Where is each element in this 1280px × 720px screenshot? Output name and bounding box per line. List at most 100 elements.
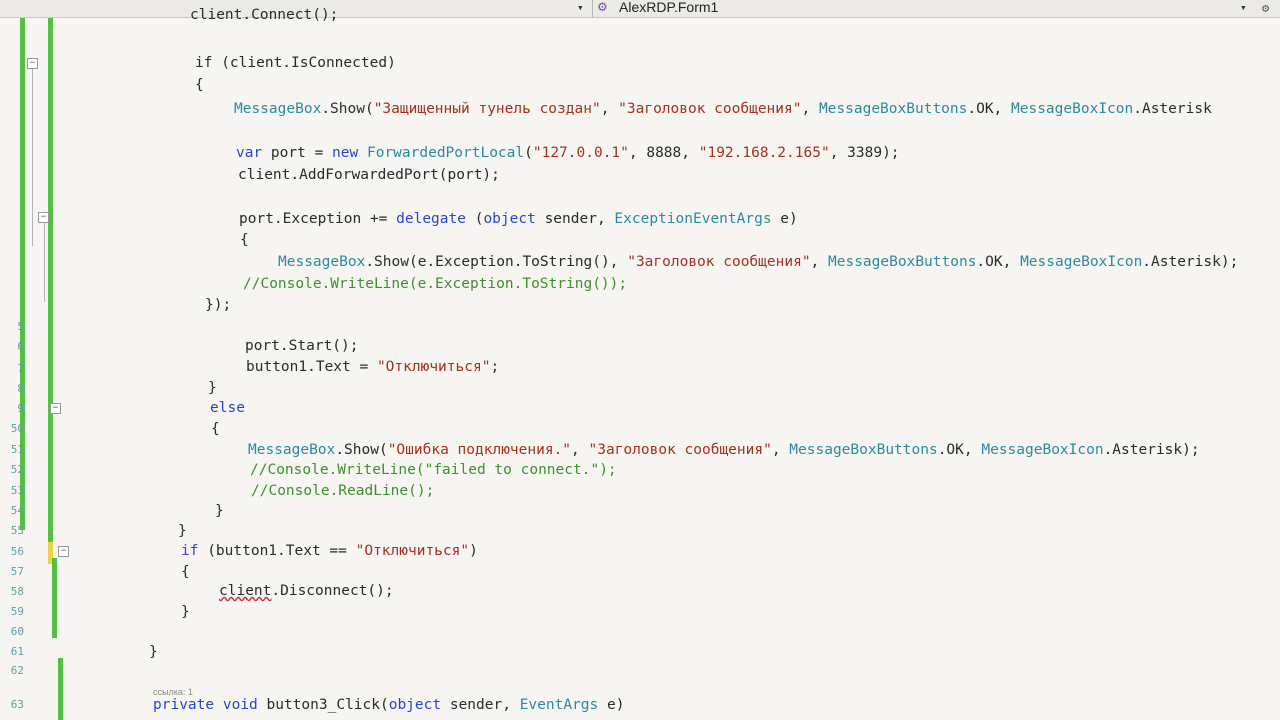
code-token: "127.0.0.1" (532, 145, 629, 161)
code-line[interactable]: MessageBox.Show(e.Exception.ToString(), … (278, 253, 1238, 271)
code-token: .Asterisk (1133, 101, 1212, 117)
code-line[interactable]: if (client.IsConnected) (195, 54, 396, 72)
code-token: MessageBoxIcon (981, 442, 1104, 458)
code-line[interactable]: //Console.WriteLine("failed to connect."… (250, 461, 617, 479)
code-token: , 8888, (628, 145, 699, 161)
code-token: "Защищенный тунель создан" (373, 101, 601, 117)
code-line[interactable]: } (215, 502, 224, 520)
code-token: }); (205, 297, 232, 313)
code-line[interactable]: } (149, 643, 158, 661)
code-token: ( (465, 211, 484, 227)
code-token: button3_Click( (257, 697, 389, 713)
code-token: MessageBoxIcon (1020, 254, 1143, 270)
code-token: { (195, 77, 204, 93)
code-token: "Отключиться" (376, 359, 491, 375)
code-token: button1.Text = (246, 359, 377, 375)
code-line[interactable]: MessageBox.Show("Защищенный тунель созда… (234, 100, 1212, 118)
code-line[interactable]: private void button3_Click(object sender… (153, 696, 624, 714)
code-token: .OK, (967, 101, 1012, 117)
code-token: (button1.Text == (198, 543, 356, 559)
code-token: "Ошибка подключения." (387, 442, 572, 458)
code-token: } (208, 380, 217, 396)
code-token: if (195, 55, 213, 71)
code-line[interactable]: //Console.ReadLine(); (251, 482, 434, 500)
code-line[interactable]: else (210, 399, 245, 417)
code-token: private (153, 697, 215, 713)
code-token: sender, (441, 697, 520, 713)
code-line[interactable]: client.Disconnect(); (219, 582, 394, 600)
code-line[interactable]: MessageBox.Show("Ошибка подключения.", "… (248, 441, 1200, 459)
code-token: .OK, (976, 254, 1021, 270)
code-token: (client.IsConnected) (212, 55, 396, 71)
code-token: , (771, 442, 790, 458)
code-token: "Заголовок сообщения" (627, 254, 811, 270)
code-token: delegate (396, 211, 466, 227)
code-line[interactable]: button1.Text = "Отключиться"; (246, 358, 499, 376)
code-token: ( (524, 145, 533, 161)
code-line[interactable]: } (208, 379, 217, 397)
code-token: MessageBoxIcon (1011, 101, 1134, 117)
code-token: //Console.WriteLine(e.Exception.ToString… (243, 276, 628, 292)
code-token: e) (771, 211, 798, 227)
code-line[interactable]: } (178, 522, 187, 540)
code-token: } (181, 604, 190, 620)
code-line[interactable]: var port = new ForwardedPortLocal("127.0… (236, 144, 900, 162)
code-token: .Show( (321, 101, 374, 117)
code-token: MessageBox (248, 442, 336, 458)
code-token: "192.168.2.165" (698, 145, 830, 161)
code-line[interactable]: }); (205, 296, 231, 314)
code-line[interactable]: } (181, 603, 190, 621)
code-token: var (236, 145, 263, 161)
code-token: object (388, 697, 442, 713)
code-line[interactable]: client.Connect(); (190, 6, 338, 24)
code-token: //Console.ReadLine(); (251, 483, 435, 499)
code-token: { (240, 232, 249, 248)
code-token: .Disconnect(); (271, 583, 394, 599)
code-token: port.Start(); (245, 338, 359, 354)
code-token: .Show( (335, 442, 388, 458)
code-line[interactable]: { (240, 231, 249, 249)
code-token: new (332, 145, 359, 161)
code-token: , (600, 101, 619, 117)
code-token: ; (490, 359, 500, 375)
code-token: , (801, 101, 819, 117)
code-token: if (181, 543, 199, 559)
code-editor[interactable]: client.Connect(); if (client.IsConnected)… (0, 0, 1280, 720)
code-token: client.AddForwardedPort(port); (238, 167, 500, 183)
code-token: "Заголовок сообщения" (588, 442, 772, 458)
code-line[interactable]: { (211, 420, 220, 438)
code-token: { (181, 564, 190, 580)
code-token: , (571, 442, 589, 458)
code-token: ExceptionEventArgs (614, 211, 772, 227)
code-token: { (211, 421, 220, 437)
code-token: port.Exception += (239, 211, 397, 227)
code-token: MessageBoxButtons (818, 101, 968, 117)
code-token: .Asterisk); (1142, 254, 1239, 270)
code-token: object (483, 211, 536, 227)
code-token: else (210, 400, 245, 416)
code-token: .Show(e.Exception.ToString(), (365, 254, 628, 270)
code-line[interactable]: //Console.WriteLine(e.Exception.ToString… (243, 275, 627, 293)
code-token: .Asterisk); (1103, 442, 1200, 458)
code-line[interactable]: if (button1.Text == "Отключиться") (181, 542, 478, 560)
code-token: } (215, 503, 224, 519)
code-token: EventArgs (519, 697, 599, 713)
code-token: "Отключиться" (355, 543, 470, 559)
code-token: MessageBox (234, 101, 322, 117)
code-token: ForwardedPortLocal (366, 145, 525, 161)
code-token: MessageBoxButtons (789, 442, 938, 458)
code-line[interactable]: port.Exception += delegate (object sende… (239, 210, 798, 228)
code-token: } (178, 523, 187, 539)
code-line[interactable]: { (181, 563, 190, 581)
code-line[interactable]: { (195, 76, 204, 94)
code-token: port = (262, 145, 333, 161)
code-line[interactable]: port.Start(); (245, 337, 359, 355)
code-token: //Console.WriteLine("failed to connect."… (250, 462, 617, 478)
code-token: MessageBox (278, 254, 366, 270)
code-token: ) (469, 543, 478, 559)
code-token: , (810, 254, 829, 270)
code-line[interactable]: client.AddForwardedPort(port); (238, 166, 500, 184)
code-token: sender, (535, 211, 615, 227)
code-token: .OK, (937, 442, 982, 458)
